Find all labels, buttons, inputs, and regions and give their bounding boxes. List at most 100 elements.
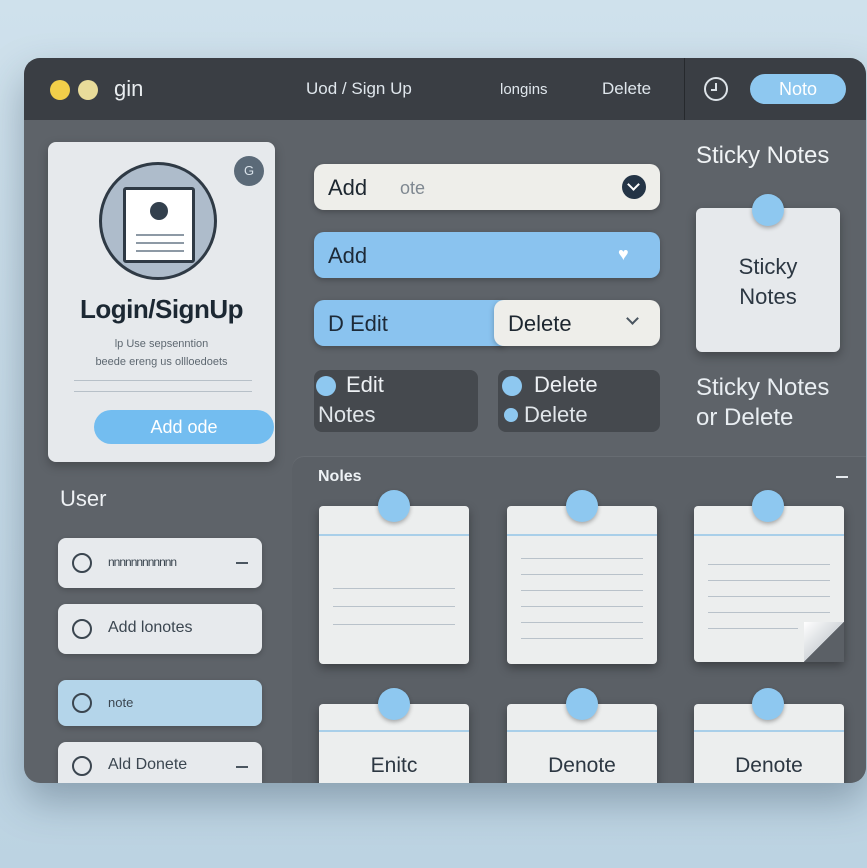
pin-icon [378,490,410,522]
circle-icon [72,756,92,776]
add-note-field[interactable]: Add ote [314,164,660,210]
title-bar-divider [684,58,685,120]
edit-notes-line2: Notes [318,402,376,427]
avatar [99,162,217,280]
edit-notes-card[interactable]: Edit Notes [314,370,478,432]
pad-rule [708,628,798,629]
pad-rule [708,596,830,597]
chevron-down-icon[interactable] [622,175,646,199]
delete-card[interactable]: Delete Delete [498,370,660,432]
pad-rule [333,588,455,589]
user-item-label: Ald Donete [108,756,188,773]
radio-icon[interactable] [502,376,522,396]
sticky-card-line2: Notes [739,284,797,309]
title-bar: gin Uod / Sign Up longins Delete Noto [24,58,866,120]
pad-rule [708,612,830,613]
pin-icon [378,688,410,720]
delete-card-line2: Delete [524,402,588,427]
user-item-label: Add lonotes [108,619,193,636]
notes-panel: Noles Enitc Denote Denote [292,456,866,783]
login-description: lp Use sepsenntion [114,338,209,350]
nav-logins-link[interactable]: longins [500,81,548,98]
note-pad[interactable] [507,506,657,664]
user-list-item[interactable]: nnnnnnnnnnnn [58,538,262,588]
pin-icon [566,688,598,720]
sticky-notes-caption-2: or Delete [696,404,794,431]
login-input-line[interactable] [74,380,252,392]
add-button[interactable]: Add ♥ [314,232,660,278]
pad-rule [521,622,643,623]
minus-icon[interactable] [236,562,248,564]
pin-icon [752,194,784,226]
pad-rule [521,606,643,607]
sticky-note-card[interactable]: Sticky Notes [696,194,840,352]
app-title: gin [114,76,144,101]
doc-line [136,234,184,236]
pad-rule [333,624,455,625]
clock-icon[interactable] [704,77,728,101]
edit-notes-line1: Edit [346,372,384,397]
account-badge[interactable]: G [234,156,264,186]
user-list-item[interactable]: note [58,680,262,726]
pad-rule [521,590,643,591]
app-window: gin Uod / Sign Up longins Delete Noto G … [24,58,866,783]
pad-rule [521,574,643,575]
window-control-dot[interactable] [78,80,98,100]
pad-top-line [694,534,844,536]
user-list-item[interactable]: Ald Donete [58,742,262,783]
circle-icon [72,619,92,639]
sticky-card-line1: Sticky [738,254,798,279]
minus-icon[interactable] [236,766,248,768]
clock-icon [72,553,92,573]
pin-icon [752,688,784,720]
pad-top-line [507,730,657,732]
user-item-label: note [108,695,134,710]
pin-icon [566,490,598,522]
radio-icon[interactable] [316,376,336,396]
delete-dropdown-label: Delete [508,311,572,336]
minimize-icon[interactable] [836,476,848,478]
delete-dropdown[interactable]: Delete [494,300,660,346]
pad-top-line [319,730,469,732]
nav-signup-link[interactable]: Uod / Sign Up [306,79,412,99]
window-control-dot[interactable] [50,80,70,100]
note-card-label: Denote [735,754,803,777]
add-node-button[interactable]: Add ode [94,410,274,444]
pin-icon [752,490,784,522]
edit-button[interactable]: D Edit [314,300,504,346]
radio-icon[interactable] [504,408,518,422]
heart-icon[interactable]: ♥ [618,244,629,265]
chevron-down-icon [626,312,639,325]
pad-rule [708,564,830,565]
note-pad[interactable] [694,506,844,662]
pad-top-line [319,534,469,536]
avatar-head [150,202,168,220]
add-field-label: Add [328,175,368,200]
user-list-item[interactable]: Add lonotes [58,604,262,654]
login-description-2: beede ereng us ollloedoets [95,356,228,368]
circle-icon [72,693,92,713]
note-pad[interactable] [319,506,469,664]
delete-card-line1: Delete [534,372,598,397]
add-field-placeholder: ote [400,178,426,198]
sticky-notes-heading: Sticky Notes [696,142,830,169]
pad-rule [521,558,643,559]
sticky-notes-caption: Sticky Notes [696,374,830,401]
pad-rule [708,580,830,581]
document-icon [123,187,195,263]
doc-line [136,242,184,244]
nav-delete-link[interactable]: Delete [602,79,651,99]
pad-rule [521,638,643,639]
user-item-label: nnnnnnnnnnnn [108,555,177,569]
page-curl-icon [804,622,844,662]
doc-line [136,250,184,252]
user-heading: User [60,486,107,511]
login-title: Login/SignUp [80,294,243,324]
pad-rule [333,606,455,607]
pad-top-line [694,730,844,732]
pad-top-line [507,534,657,536]
add-button-label: Add [328,243,368,268]
note-card-label: Denote [548,754,616,777]
edit-button-label: D Edit [328,311,388,336]
note-button[interactable]: Noto [750,74,846,104]
